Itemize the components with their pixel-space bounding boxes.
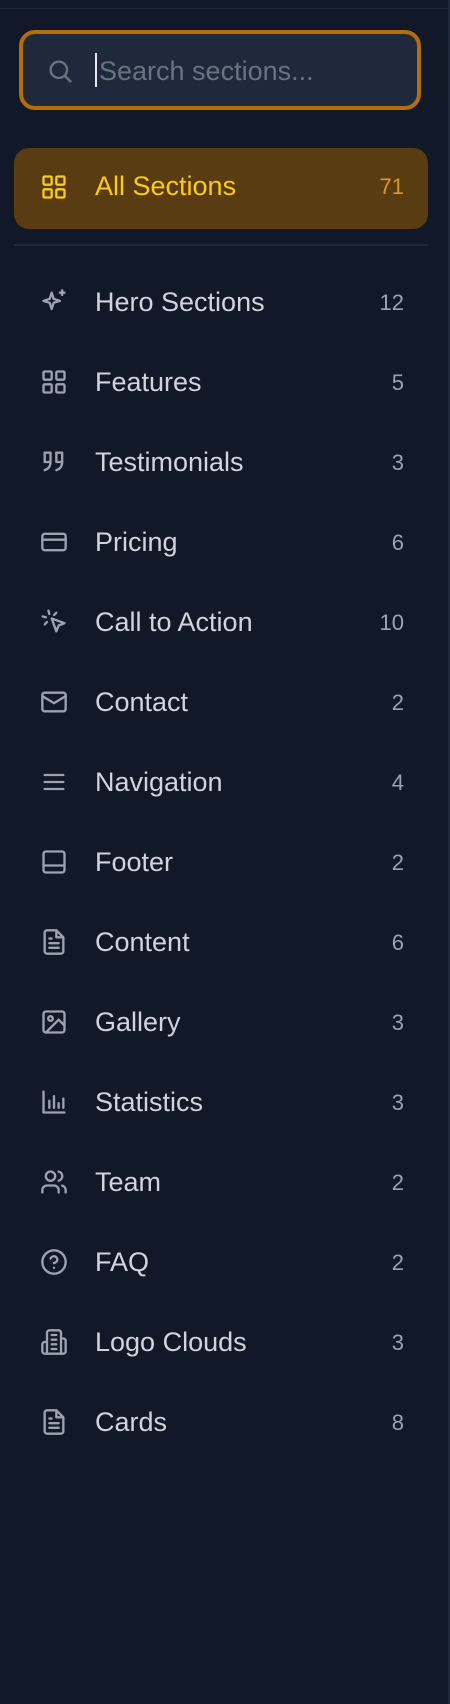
sidebar-item-count: 3: [391, 450, 404, 475]
top-divider: [0, 8, 450, 9]
quote-icon: [40, 448, 68, 481]
sidebar-item-label: Footer: [95, 847, 174, 877]
sidebar-item-count: 6: [391, 930, 404, 955]
credit-card-icon: [40, 528, 68, 561]
search-placeholder: Search sections...: [99, 56, 314, 86]
sidebar-item-logo-clouds[interactable]: Logo Clouds 3: [14, 1308, 428, 1376]
file-text-icon: [40, 1408, 68, 1441]
sidebar-item-count: 3: [391, 1090, 404, 1115]
sidebar-divider: [14, 244, 428, 246]
sidebar-item-cards[interactable]: Cards 8: [14, 1388, 428, 1456]
sidebar-item-faq[interactable]: FAQ 2: [14, 1228, 428, 1296]
sidebar-item-testimonials[interactable]: Testimonials 3: [14, 428, 428, 496]
sidebar-item-label: Content: [95, 927, 190, 957]
grid-icon: [40, 368, 68, 401]
sidebar-item-team[interactable]: Team 2: [14, 1148, 428, 1216]
sidebar-item-label: Navigation: [95, 767, 223, 797]
sidebar-item-label: Hero Sections: [95, 287, 265, 317]
building-icon: [40, 1328, 68, 1361]
sidebar-item-count: 2: [391, 850, 404, 875]
sidebar-item-statistics[interactable]: Statistics 3: [14, 1068, 428, 1136]
bar-chart-icon: [40, 1088, 68, 1121]
users-icon: [40, 1168, 68, 1201]
sidebar-item-count: 10: [379, 610, 404, 635]
sidebar-item-label: Statistics: [95, 1087, 204, 1117]
sidebar-item-label: Gallery: [95, 1007, 181, 1037]
image-icon: [40, 1008, 68, 1041]
file-text-icon: [40, 928, 68, 961]
sidebar-item-content[interactable]: Content 6: [14, 908, 428, 976]
sidebar-item-count: 5: [391, 370, 404, 395]
sidebar-item-count: 8: [391, 1410, 404, 1435]
sidebar-item-label: Testimonials: [95, 447, 244, 477]
sidebar-item-footer[interactable]: Footer 2: [14, 828, 428, 896]
help-circle-icon: [40, 1248, 68, 1281]
sidebar-item-label: Contact: [95, 687, 189, 717]
sidebar-item-count: 2: [391, 690, 404, 715]
sidebar-item-label: FAQ: [95, 1247, 150, 1277]
sidebar-item-count: 2: [391, 1250, 404, 1275]
sidebar-item-count: 6: [391, 530, 404, 555]
sidebar-item-contact[interactable]: Contact 2: [14, 668, 428, 736]
menu-icon: [40, 768, 68, 801]
sidebar-item-gallery[interactable]: Gallery 3: [14, 988, 428, 1056]
sidebar-item-label: All Sections: [95, 171, 237, 201]
sidebar-item-pricing[interactable]: Pricing 6: [14, 508, 428, 576]
panel-bottom-icon: [40, 848, 68, 881]
sidebar-item-hero-sections[interactable]: Hero Sections 12: [14, 268, 428, 336]
sidebar-item-label: Call to Action: [95, 607, 253, 637]
sidebar-item-count: 3: [391, 1010, 404, 1035]
sidebar-item-count: 3: [391, 1330, 404, 1355]
sidebar-item-label: Team: [95, 1167, 162, 1197]
search-icon: [49, 60, 72, 83]
sections-sidebar: Search sections... All Sections 71 Hero …: [0, 0, 450, 1704]
sidebar-item-count: 2: [391, 1170, 404, 1195]
sidebar-item-label: Pricing: [95, 527, 178, 557]
search-input[interactable]: Search sections...: [19, 30, 421, 110]
sidebar-item-label: Cards: [95, 1407, 168, 1437]
sidebar-item-count: 12: [379, 290, 404, 315]
grid-icon: [40, 173, 68, 206]
sparkles-icon: [40, 288, 68, 321]
sidebar-item-count: 4: [391, 770, 404, 795]
cursor-click-icon: [40, 608, 68, 641]
sidebar-item-features[interactable]: Features 5: [14, 348, 428, 416]
sidebar-item-all-sections[interactable]: All Sections 71: [14, 148, 428, 229]
sidebar-item-count: 71: [379, 174, 404, 199]
sidebar-item-label: Features: [95, 367, 202, 397]
sidebar-item-label: Logo Clouds: [95, 1327, 247, 1357]
text-caret: [95, 53, 97, 87]
sidebar-item-call-to-action[interactable]: Call to Action 10: [14, 588, 428, 656]
sidebar-item-navigation[interactable]: Navigation 4: [14, 748, 428, 816]
mail-icon: [40, 688, 68, 721]
